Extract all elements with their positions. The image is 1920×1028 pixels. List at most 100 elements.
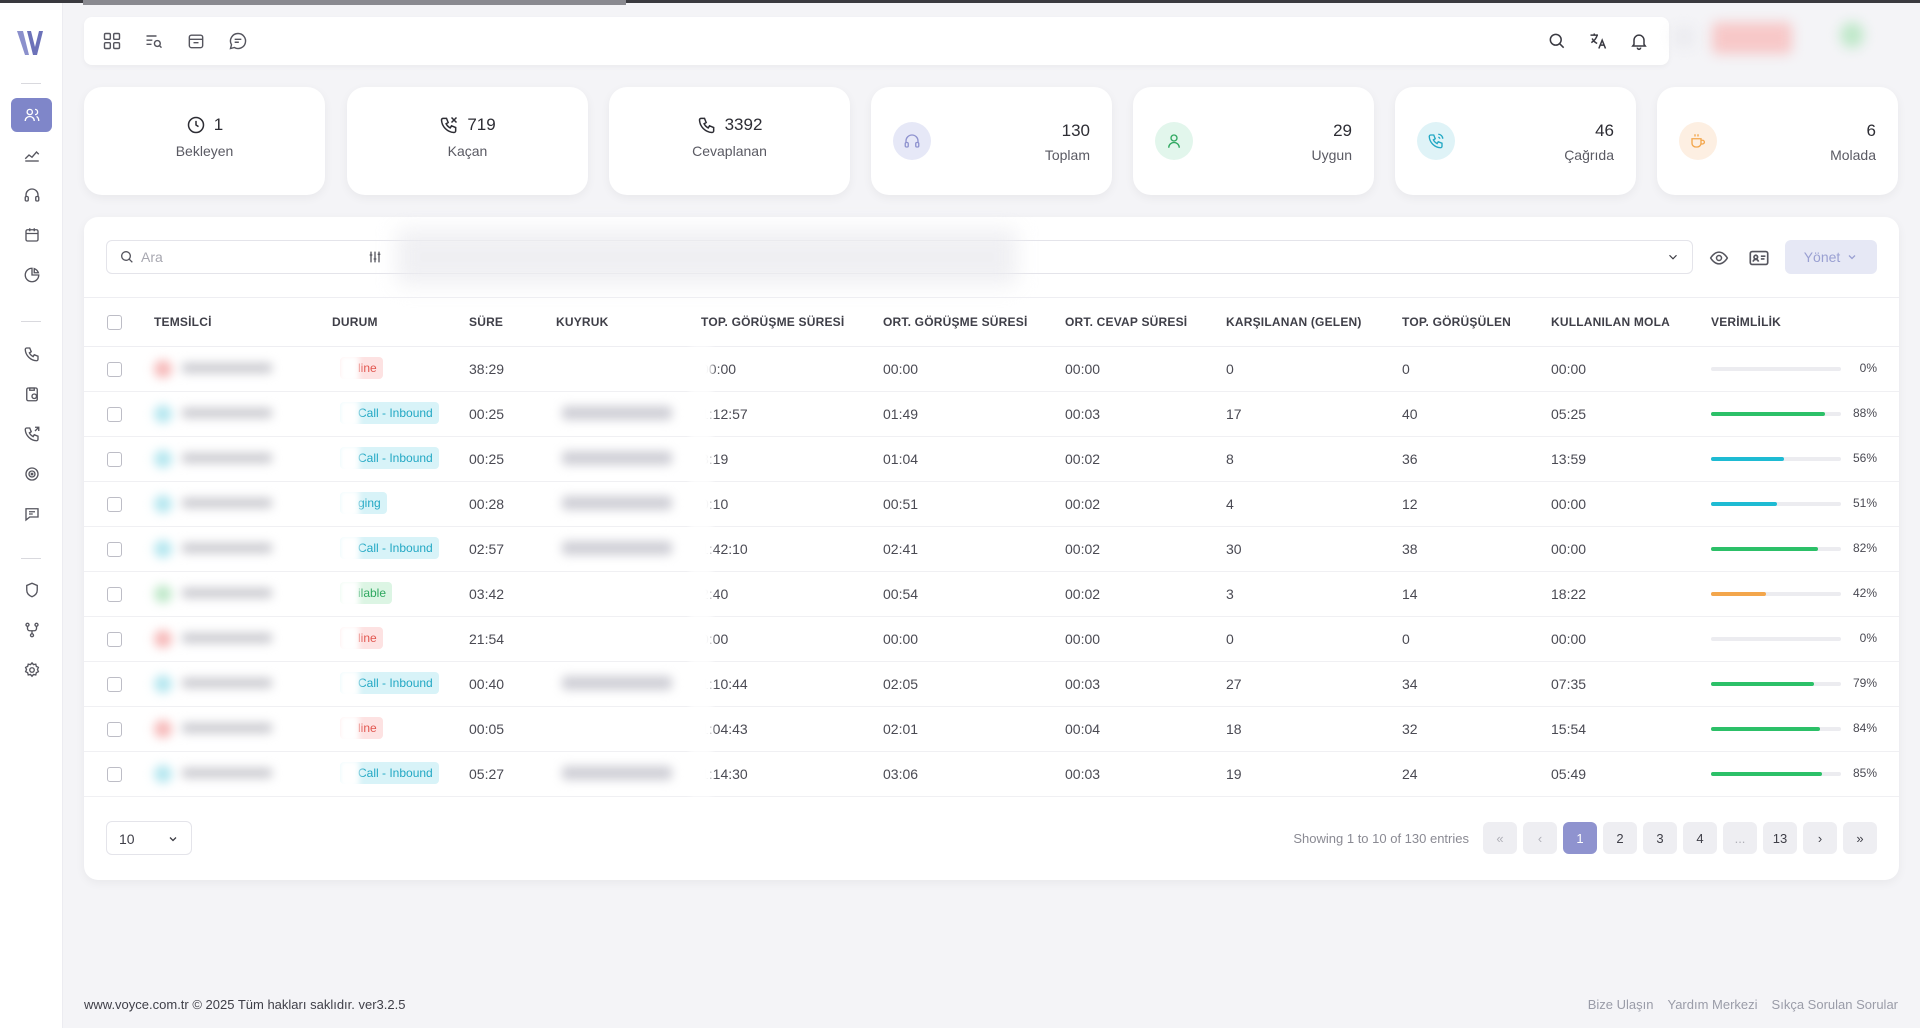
row-checkbox[interactable] [107,542,122,557]
last-page-button[interactable]: » [1843,822,1877,854]
answered-cell: 3 [1226,586,1234,602]
search-input[interactable] [141,241,371,273]
sidebar-item-tasks[interactable] [11,377,52,411]
sidebar-item-flow[interactable] [11,613,52,647]
columns-button[interactable] [1748,247,1770,269]
column-header[interactable]: TOP. GÖRÜŞÜLEN [1402,315,1511,329]
sidebar-item-reports[interactable] [11,258,52,292]
row-checkbox[interactable] [107,497,122,512]
headset-icon [24,188,39,202]
visibility-button[interactable] [1708,247,1730,269]
filter-icon[interactable] [367,249,383,265]
row-checkbox[interactable] [107,362,122,377]
per-page-select[interactable]: 10 [106,821,192,855]
sidebar-item-settings[interactable] [11,653,52,687]
table-row[interactable]: Call - Inbound 00:40 1:10:44 02:05 00:03 27 34… [84,662,1899,707]
manage-button[interactable]: Yönet [1785,240,1877,274]
stat-card-total: 130 Toplam [871,87,1112,195]
sidebar-item-messages[interactable] [11,497,52,531]
apps-button[interactable] [100,29,124,53]
row-checkbox[interactable] [107,767,122,782]
answered-cell: 8 [1226,451,1234,467]
row-checkbox[interactable] [107,407,122,422]
table-row[interactable]: line 00:05 1:04:43 02:01 00:04 18 32 15:54 84% [84,707,1899,752]
column-mask [690,437,712,481]
agent-name-blurred [154,580,294,608]
chat-button[interactable] [226,29,250,53]
column-header[interactable]: DURUM [332,315,378,329]
help-center-link[interactable]: Yardım Merkezi [1667,997,1757,1012]
avg-answer-cell: 00:00 [1065,631,1101,647]
row-checkbox[interactable] [107,452,122,467]
search-list-button[interactable] [142,29,166,53]
table-row[interactable]: line 21:54 0:00 00:00 00:00 0 0 00:00 0% [84,617,1899,662]
agent-name-placeholder [182,678,272,688]
sidebar-item-calls[interactable] [11,337,52,371]
table-row[interactable]: ging 00:28 0:10 00:51 00:02 4 12 00:00 51% [84,482,1899,527]
column-mask [690,617,712,661]
notifications-button[interactable] [1627,29,1651,53]
column-header[interactable]: TEMSİLCİ [154,315,212,329]
answered-cell: 17 [1226,406,1242,422]
table-row[interactable]: line 38:29 00:00 00:00 00:00 0 0 00:00 0% [84,347,1899,392]
select-all-checkbox[interactable] [107,315,122,330]
sidebar-item-forward[interactable] [11,417,52,451]
sidebar-item-calendar[interactable] [11,218,52,252]
avg-talk-cell: 01:04 [883,451,919,467]
column-header[interactable]: SÜRE [469,315,503,329]
stat-label: Kaçan [447,143,488,159]
column-header[interactable]: VERİMLİLİK [1711,315,1781,329]
faq-link[interactable]: Sıkça Sorulan Sorular [1772,997,1898,1012]
answered-cell: 27 [1226,676,1242,692]
first-page-button[interactable]: « [1483,822,1517,854]
table-row[interactable]: Call - Inbound 00:25 1:12:57 01:49 00:03 17 40… [84,392,1899,437]
search-button[interactable] [1545,29,1569,53]
table-row[interactable]: ilable 03:42 2:40 00:54 00:02 3 14 18:22 42% [84,572,1899,617]
contact-link[interactable]: Bize Ulaşın [1588,997,1654,1012]
break-used-cell: 13:59 [1551,451,1587,467]
column-header[interactable]: KARŞILANAN (GELEN) [1226,315,1362,329]
row-checkbox[interactable] [107,722,122,737]
user-avatar[interactable] [1840,22,1864,48]
table-row[interactable]: Call - Inbound 02:57 1:42:10 02:41 00:02 30 38… [84,527,1899,572]
page-button[interactable]: 1 [1563,822,1597,854]
avatar [154,405,172,423]
column-header[interactable]: TOP. GÖRÜŞME SÜRESİ [701,315,844,329]
duration-cell: 38:29 [469,361,505,377]
sidebar-item-headset[interactable] [11,178,52,212]
app-logo[interactable] [15,27,45,59]
translate-button[interactable] [1586,29,1610,53]
sidebar-item-dashboard[interactable] [11,138,52,172]
sidebar-item-agents[interactable] [11,98,52,132]
row-checkbox[interactable] [107,632,122,647]
stat-label: Bekleyen [175,143,234,159]
column-header[interactable]: ORT. GÖRÜŞME SÜRESİ [883,315,1027,329]
sidebar-item-security[interactable] [11,573,52,607]
filter-tags-blurred [397,229,1017,285]
prev-page-button[interactable]: ‹ [1523,822,1557,854]
page-button[interactable]: 13 [1763,822,1797,854]
calendar-button[interactable] [184,29,208,53]
sidebar-item-targets[interactable] [11,457,52,491]
page-button[interactable]: 4 [1683,822,1717,854]
stat-icon-circle [1417,122,1455,160]
chevron-down-icon[interactable] [1666,250,1680,264]
column-header[interactable]: KUYRUK [556,315,609,329]
page-button[interactable]: 2 [1603,822,1637,854]
next-page-button[interactable]: › [1803,822,1837,854]
sidebar-divider [21,83,41,84]
stat-value: 3392 [724,115,763,134]
row-checkbox[interactable] [107,587,122,602]
agent-name-blurred [154,625,294,653]
page-button[interactable]: 3 [1643,822,1677,854]
break-used-cell: 15:54 [1551,721,1587,737]
status-mask [339,625,359,653]
row-checkbox[interactable] [107,677,122,692]
efficiency-bar [1711,412,1841,416]
column-header[interactable]: KULLANILAN MOLA [1551,315,1670,329]
table-row[interactable]: Call - Inbound 00:25 8:19 01:04 00:02 8 36 13:5… [84,437,1899,482]
break-used-cell: 00:00 [1551,361,1587,377]
table-row[interactable]: Call - Inbound 05:27 1:14:30 03:06 00:03 19 24… [84,752,1899,797]
column-header[interactable]: ORT. CEVAP SÜRESİ [1065,315,1187,329]
avatar [154,765,172,783]
